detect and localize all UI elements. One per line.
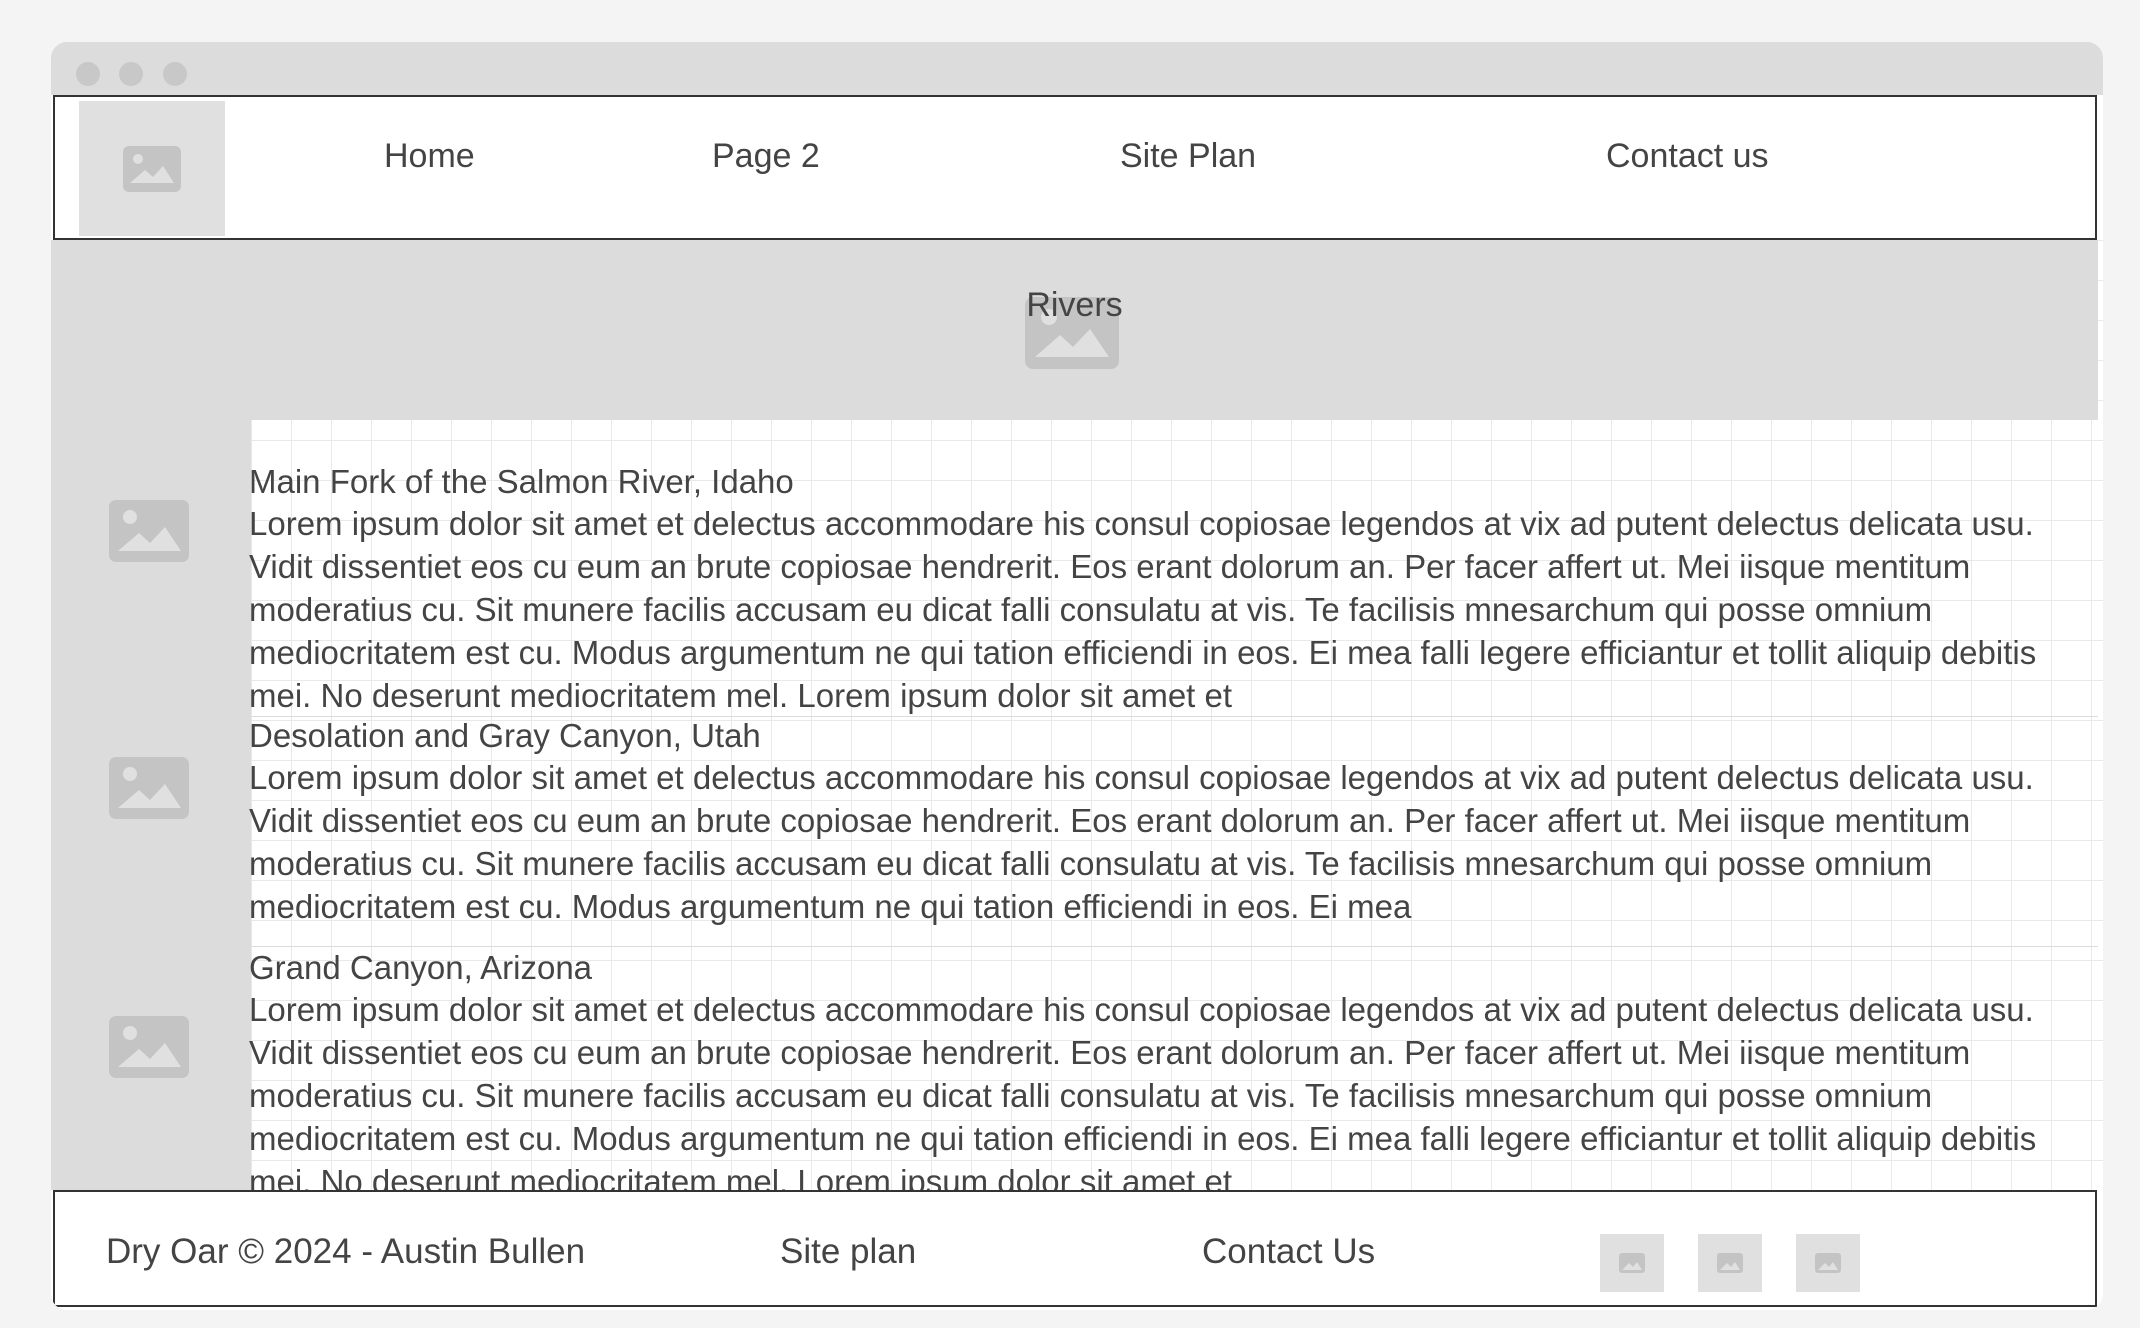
nav-page2-link[interactable]: Page 2 [712, 137, 820, 176]
site-footer: Dry Oar © 2024 - Austin Bullen Site plan… [53, 1190, 2097, 1307]
main-content: Rivers Main Fork of the Salmon River, Id… [51, 240, 2103, 1190]
article-title: Main Fork of the Salmon River, Idaho [249, 463, 794, 500]
article-title: Desolation and Gray Canyon, Utah [249, 717, 761, 754]
nav-site-plan-link[interactable]: Site Plan [1120, 137, 1256, 176]
nav-contact-link[interactable]: Contact us [1606, 137, 1769, 176]
social-link-2[interactable] [1698, 1234, 1762, 1292]
copyright-text: Dry Oar © 2024 - Austin Bullen [106, 1232, 586, 1271]
window-close-dot[interactable] [76, 62, 100, 86]
article-body: Lorem ipsum dolor sit amet et delectus a… [249, 759, 2034, 925]
image-placeholder-icon [109, 1016, 189, 1078]
window-titlebar [51, 42, 2103, 95]
image-placeholder-icon [123, 145, 181, 192]
window-maximize-dot[interactable] [163, 62, 187, 86]
page-title: Rivers [1026, 286, 1123, 324]
site-logo[interactable] [79, 101, 225, 236]
browser-window: Home Page 2 Site Plan Contact us Rivers [51, 42, 2103, 1310]
social-link-1[interactable] [1600, 1234, 1664, 1292]
image-placeholder-icon [1815, 1253, 1841, 1273]
social-link-3[interactable] [1796, 1234, 1860, 1292]
article-body: Lorem ipsum dolor sit amet et delectus a… [249, 505, 2037, 714]
footer-site-plan-link[interactable]: Site plan [780, 1232, 916, 1272]
hero-banner: Rivers [51, 240, 2098, 420]
image-placeholder-icon [1717, 1253, 1743, 1273]
nav-home-link[interactable]: Home [384, 137, 475, 176]
image-placeholder-icon [109, 757, 189, 819]
image-placeholder-icon [109, 500, 189, 562]
article-item: Desolation and Gray Canyon, Utah Lorem i… [249, 716, 2098, 947]
image-placeholder-icon [1619, 1253, 1645, 1273]
article-title: Grand Canyon, Arizona [249, 949, 593, 986]
article-item: Grand Canyon, Arizona Lorem ipsum dolor … [249, 948, 2098, 1190]
site-header: Home Page 2 Site Plan Contact us [53, 95, 2097, 240]
article-body: Lorem ipsum dolor sit amet et delectus a… [249, 991, 2037, 1190]
footer-contact-link[interactable]: Contact Us [1202, 1232, 1375, 1272]
window-minimize-dot[interactable] [119, 62, 143, 86]
article-item: Main Fork of the Salmon River, Idaho Lor… [249, 462, 2098, 717]
image-column [51, 420, 251, 1190]
